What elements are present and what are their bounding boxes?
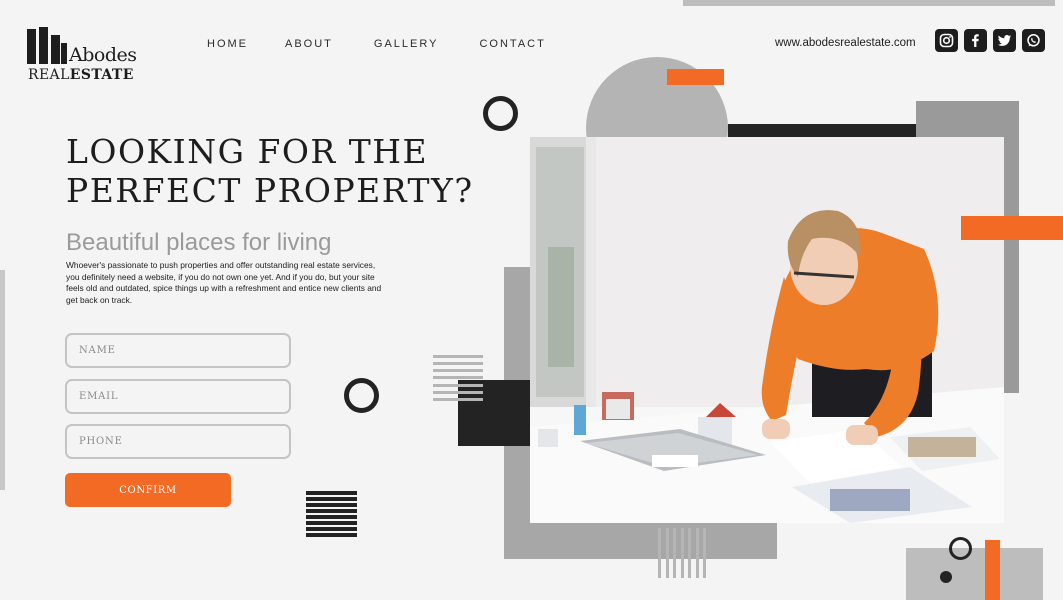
email-field[interactable] — [65, 379, 291, 414]
nav-contact[interactable]: CONTACT — [479, 38, 545, 50]
decor-ring-middle — [344, 378, 379, 413]
logo-name: Abodes — [69, 44, 137, 66]
twitter-icon[interactable] — [993, 29, 1016, 52]
social-links — [935, 29, 1045, 52]
nav-about[interactable]: ABOUT — [285, 38, 333, 50]
website-url[interactable]: www.abodesrealestate.com — [775, 37, 916, 49]
top-decor-bar — [683, 0, 1055, 6]
logo-subtitle-estate: ESTATE — [69, 67, 134, 83]
decor-orange-bar-right — [961, 216, 1063, 240]
whatsapp-icon[interactable] — [1022, 29, 1045, 52]
logo-subtitle: REALESTATE — [28, 67, 134, 83]
nav-gallery[interactable]: GALLERY — [374, 38, 439, 50]
decor-gray-block-bottom — [906, 548, 1043, 600]
confirm-button[interactable]: CONFIRM — [65, 473, 231, 507]
woman-architect-illustration — [530, 137, 1004, 523]
nav-home[interactable]: HOME — [207, 38, 248, 50]
instagram-icon[interactable] — [935, 29, 958, 52]
hero-title: LOOKING FOR THE PERFECT PROPERTY? — [66, 132, 474, 210]
hero-title-line-2: PERFECT PROPERTY? — [66, 171, 474, 210]
brand-logo[interactable]: Abodes REALESTATE — [27, 27, 147, 83]
logo-subtitle-real: REAL — [28, 67, 70, 83]
decor-dot-bottom — [940, 571, 952, 583]
decor-ring-top — [483, 96, 518, 131]
phone-field[interactable] — [65, 424, 291, 459]
hero-title-line-1: LOOKING FOR THE — [66, 132, 429, 171]
hero-photo — [530, 137, 1004, 523]
decor-vertical-lines — [658, 528, 706, 578]
decor-dark-lines — [306, 491, 357, 537]
facebook-icon[interactable] — [964, 29, 987, 52]
hero-description: Whoever's passionate to push properties … — [66, 260, 382, 305]
name-field[interactable] — [65, 333, 291, 368]
decor-dark-bar — [728, 124, 923, 138]
main-nav: HOME ABOUT GALLERY CONTACT — [207, 38, 546, 50]
building-logo-icon — [27, 27, 67, 64]
decor-gray-lines — [433, 355, 483, 401]
decor-orange-bar-top — [667, 69, 724, 85]
hero-subtitle: Beautiful places for living — [66, 229, 332, 256]
decor-ring-bottom — [949, 537, 972, 560]
decor-orange-bar-bottom — [985, 540, 1000, 600]
left-decor-strip — [0, 270, 5, 490]
